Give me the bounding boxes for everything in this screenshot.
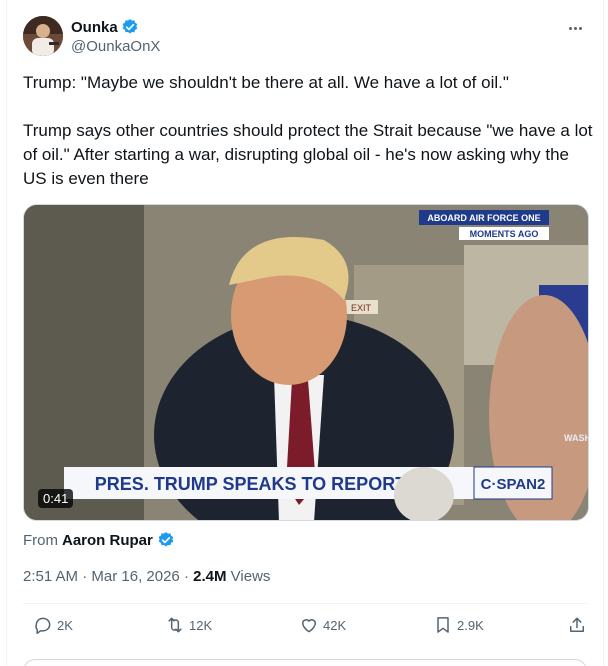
post-header: Ounka @OunkaOnX: [23, 16, 587, 60]
video-duration: 0:41: [38, 489, 74, 508]
source-name[interactable]: Aaron Rupar: [62, 532, 153, 549]
share-button[interactable]: [567, 615, 587, 635]
post-card: Ounka @OunkaOnX Trump: "Maybe we shouldn…: [6, 0, 604, 666]
bookmark-count: 2.9K: [457, 617, 484, 633]
author-display-name[interactable]: Ounka: [71, 19, 118, 36]
reply-icon: [35, 617, 51, 635]
video-player[interactable]: EXIT ABOARD AIR FORCE ONE MOMENTS AGO WA…: [23, 204, 589, 521]
repost-icon: [168, 617, 182, 633]
like-count: 42K: [323, 617, 347, 633]
bookmark-icon: [437, 617, 449, 633]
reply-composer-edge[interactable]: [23, 659, 587, 666]
author-handle[interactable]: @OunkaOnX: [71, 38, 160, 55]
source-prefix: From: [23, 531, 58, 549]
post-meta: 2:51 AM · Mar 16, 2026 · 2.4M Views: [23, 568, 271, 585]
repost-count: 12K: [189, 617, 213, 633]
reply-button[interactable]: 2K: [33, 615, 73, 635]
author-avatar[interactable]: [23, 16, 63, 56]
overlay-side-text: WASHIN: [564, 433, 589, 443]
views-count: 2.4M: [193, 568, 227, 585]
source-attribution: From Aaron Rupar: [23, 531, 175, 549]
overlay-time: MOMENTS AGO: [470, 229, 539, 239]
divider: [23, 603, 587, 604]
bookmark-button[interactable]: 2.9K: [433, 615, 484, 635]
post-time[interactable]: 2:51 AM: [23, 568, 78, 585]
verified-badge-icon: [158, 532, 174, 547]
heart-icon: [302, 619, 316, 633]
post-text: Trump: "Maybe we shouldn't be there at a…: [23, 73, 593, 188]
overlay-location: ABOARD AIR FORCE ONE: [427, 213, 540, 223]
action-bar: 2K 12K 42K 2.9K: [23, 615, 587, 641]
post-date[interactable]: Mar 16, 2026: [91, 568, 179, 585]
exit-sign: EXIT: [351, 303, 372, 313]
like-button[interactable]: 42K: [299, 615, 346, 635]
more-options-icon[interactable]: [565, 18, 585, 38]
repost-button[interactable]: 12K: [165, 615, 212, 635]
share-icon: [570, 617, 584, 632]
views-label: Views: [230, 568, 271, 585]
network-logo: C·SPAN2: [481, 476, 546, 493]
reply-count: 2K: [57, 617, 73, 633]
video-chyron: PRES. TRUMP SPEAKS TO REPORTERS: [95, 474, 443, 494]
verified-badge-icon: [122, 19, 137, 34]
